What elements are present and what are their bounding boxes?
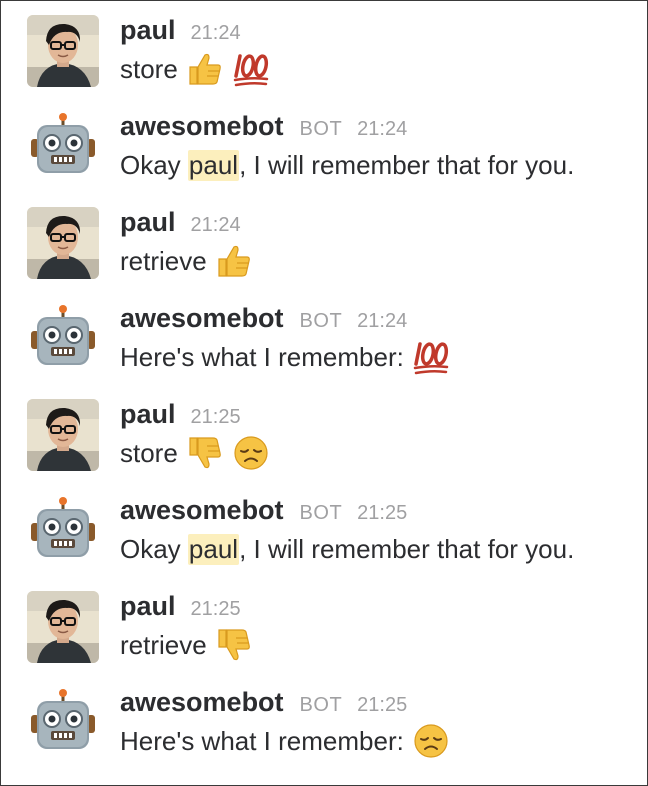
message-item: paul 21:24 retrieve [1, 193, 647, 289]
thumbs-down-icon [215, 626, 253, 664]
bot-badge: BOT [299, 694, 343, 716]
sender-name[interactable]: awesomebot [120, 303, 284, 334]
message-timestamp[interactable]: 21:24 [191, 22, 241, 45]
thumbs-down-icon [186, 434, 224, 472]
thumbs-up-icon [215, 242, 253, 280]
message-text: retrieve [120, 245, 207, 276]
message-text: Here's what I remember: [120, 341, 404, 372]
message-item: awesomebot BOT 21:24 Okay paul, I will r… [1, 97, 647, 193]
sender-name[interactable]: paul [120, 207, 176, 238]
message-item: awesomebot BOT 21:25 Okay paul, I will r… [1, 481, 647, 577]
message-header: paul 21:25 [120, 591, 241, 625]
message-header: paul 21:25 [120, 399, 241, 433]
message-text: Okay [120, 533, 188, 564]
bot-avatar[interactable] [27, 111, 99, 183]
message-body: Here's what I remember: [120, 337, 450, 377]
sender-name[interactable]: paul [120, 591, 176, 622]
message-body: Here's what I remember: [120, 721, 450, 761]
message-text: store [120, 53, 178, 84]
message-timestamp[interactable]: 21:25 [357, 502, 407, 525]
user-avatar[interactable] [27, 399, 99, 471]
message-body: retrieve [120, 625, 253, 665]
disappointed-face-icon [232, 434, 270, 472]
message-text-after: , I will remember that for you. [239, 149, 575, 180]
message-text-after: , I will remember that for you. [239, 533, 575, 564]
message-timestamp[interactable]: 21:24 [357, 118, 407, 141]
message-text: Okay [120, 149, 188, 180]
message-item: awesomebot BOT 21:25 Here's what I remem… [1, 673, 647, 769]
message-item: paul 21:25 store [1, 385, 647, 481]
user-mention[interactable]: paul [187, 149, 240, 181]
sender-name[interactable]: awesomebot [120, 111, 284, 142]
hundred-points-icon [232, 50, 270, 88]
message-body: store [120, 49, 270, 89]
message-item: paul 21:25 retrieve [1, 577, 647, 673]
message-text: retrieve [120, 629, 207, 660]
sender-name[interactable]: paul [120, 15, 176, 46]
message-header: awesomebot BOT 21:24 [120, 303, 407, 337]
message-timestamp[interactable]: 21:25 [191, 598, 241, 621]
message-body: retrieve [120, 241, 253, 281]
user-mention[interactable]: paul [187, 533, 240, 565]
message-body: Okay paul, I will remember that for you. [120, 529, 574, 569]
message-item: paul 21:24 store [1, 1, 647, 97]
message-header: awesomebot BOT 21:24 [120, 111, 407, 145]
sender-name[interactable]: awesomebot [120, 495, 284, 526]
bot-badge: BOT [299, 310, 343, 332]
message-body: Okay paul, I will remember that for you. [120, 145, 574, 185]
message-text: store [120, 437, 178, 468]
hundred-points-icon [412, 338, 450, 376]
disappointed-face-icon [412, 722, 450, 760]
message-text: Here's what I remember: [120, 725, 404, 756]
message-timestamp[interactable]: 21:25 [357, 694, 407, 717]
sender-name[interactable]: awesomebot [120, 687, 284, 718]
thumbs-up-icon [186, 50, 224, 88]
message-item: awesomebot BOT 21:24 Here's what I remem… [1, 289, 647, 385]
message-timestamp[interactable]: 21:24 [357, 310, 407, 333]
bot-avatar[interactable] [27, 303, 99, 375]
bot-avatar[interactable] [27, 495, 99, 567]
message-header: paul 21:24 [120, 15, 241, 49]
bot-avatar[interactable] [27, 687, 99, 759]
message-timestamp[interactable]: 21:24 [191, 214, 241, 237]
user-avatar[interactable] [27, 591, 99, 663]
sender-name[interactable]: paul [120, 399, 176, 430]
user-avatar[interactable] [27, 15, 99, 87]
message-header: paul 21:24 [120, 207, 241, 241]
message-header: awesomebot BOT 21:25 [120, 687, 407, 721]
message-header: awesomebot BOT 21:25 [120, 495, 407, 529]
message-body: store [120, 433, 270, 473]
bot-badge: BOT [299, 118, 343, 140]
bot-badge: BOT [299, 502, 343, 524]
chat-message-list: paul 21:24 store awesomebot BOT 21:24 Ok… [0, 0, 648, 786]
message-timestamp[interactable]: 21:25 [191, 406, 241, 429]
user-avatar[interactable] [27, 207, 99, 279]
